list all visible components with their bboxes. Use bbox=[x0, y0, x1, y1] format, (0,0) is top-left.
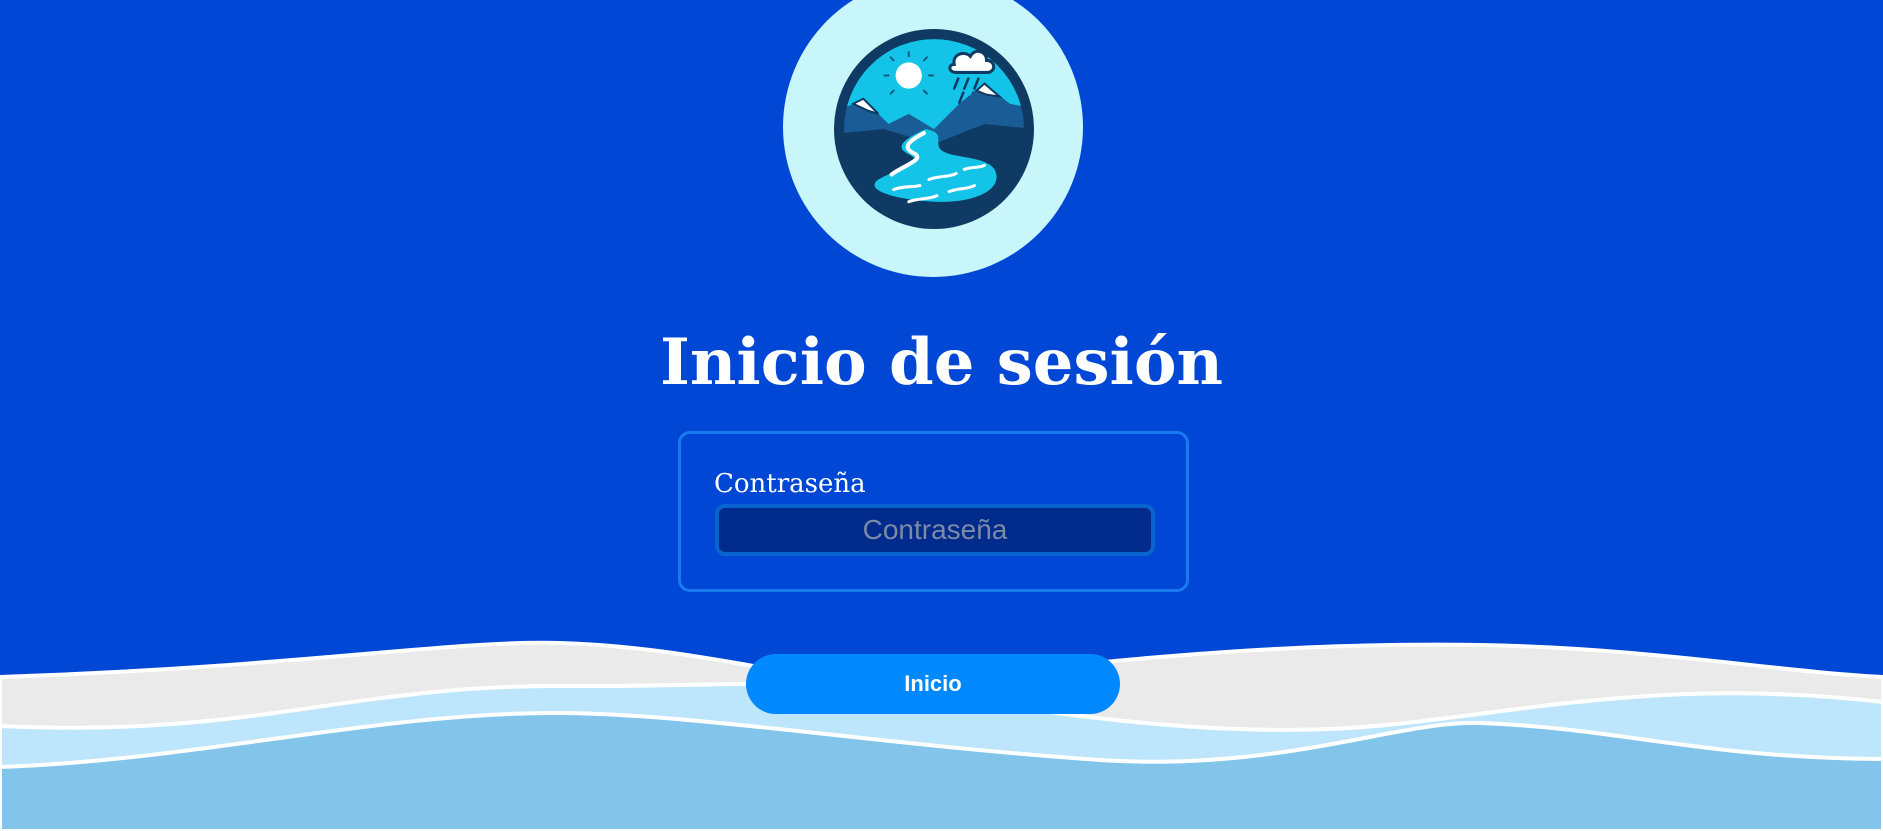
login-button[interactable]: Inicio bbox=[746, 654, 1120, 714]
login-form: Contraseña bbox=[678, 431, 1189, 592]
river-mountains-logo-icon bbox=[834, 29, 1034, 229]
password-input[interactable] bbox=[715, 504, 1155, 556]
page-title: Inicio de sesión bbox=[659, 325, 1224, 400]
password-label: Contraseña bbox=[714, 469, 866, 499]
